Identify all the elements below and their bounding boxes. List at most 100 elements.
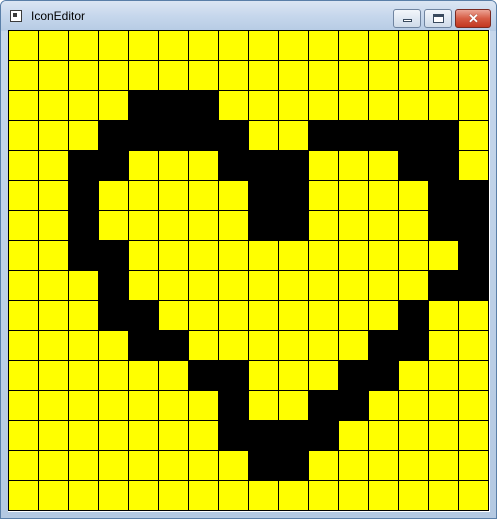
pixel-cell[interactable] xyxy=(279,61,309,91)
pixel-cell[interactable] xyxy=(369,271,399,301)
pixel-cell[interactable] xyxy=(9,451,39,481)
pixel-cell[interactable] xyxy=(159,211,189,241)
pixel-cell[interactable] xyxy=(189,301,219,331)
pixel-cell[interactable] xyxy=(459,211,489,241)
pixel-cell[interactable] xyxy=(69,331,99,361)
pixel-cell[interactable] xyxy=(309,421,339,451)
pixel-cell[interactable] xyxy=(459,301,489,331)
pixel-cell[interactable] xyxy=(99,301,129,331)
pixel-cell[interactable] xyxy=(99,31,129,61)
pixel-cell[interactable] xyxy=(189,151,219,181)
pixel-cell[interactable] xyxy=(399,211,429,241)
pixel-cell[interactable] xyxy=(369,211,399,241)
pixel-cell[interactable] xyxy=(309,61,339,91)
pixel-cell[interactable] xyxy=(99,181,129,211)
pixel-cell[interactable] xyxy=(69,271,99,301)
pixel-cell[interactable] xyxy=(309,451,339,481)
pixel-cell[interactable] xyxy=(339,361,369,391)
pixel-cell[interactable] xyxy=(369,31,399,61)
pixel-cell[interactable] xyxy=(9,121,39,151)
pixel-cell[interactable] xyxy=(429,361,459,391)
pixel-cell[interactable] xyxy=(129,31,159,61)
pixel-cell[interactable] xyxy=(429,391,459,421)
pixel-cell[interactable] xyxy=(459,361,489,391)
pixel-cell[interactable] xyxy=(39,211,69,241)
pixel-cell[interactable] xyxy=(279,481,309,511)
pixel-cell[interactable] xyxy=(339,121,369,151)
pixel-cell[interactable] xyxy=(459,331,489,361)
pixel-cell[interactable] xyxy=(159,31,189,61)
pixel-cell[interactable] xyxy=(429,241,459,271)
pixel-cell[interactable] xyxy=(219,31,249,61)
pixel-cell[interactable] xyxy=(249,451,279,481)
pixel-cell[interactable] xyxy=(249,361,279,391)
pixel-cell[interactable] xyxy=(399,451,429,481)
pixel-cell[interactable] xyxy=(99,331,129,361)
pixel-cell[interactable] xyxy=(99,421,129,451)
pixel-cell[interactable] xyxy=(99,61,129,91)
pixel-cell[interactable] xyxy=(159,421,189,451)
pixel-cell[interactable] xyxy=(399,271,429,301)
pixel-cell[interactable] xyxy=(99,391,129,421)
pixel-cell[interactable] xyxy=(219,91,249,121)
pixel-cell[interactable] xyxy=(189,331,219,361)
pixel-cell[interactable] xyxy=(339,181,369,211)
pixel-cell[interactable] xyxy=(339,61,369,91)
pixel-cell[interactable] xyxy=(249,121,279,151)
pixel-cell[interactable] xyxy=(429,271,459,301)
pixel-cell[interactable] xyxy=(429,181,459,211)
pixel-cell[interactable] xyxy=(129,481,159,511)
pixel-cell[interactable] xyxy=(459,271,489,301)
pixel-cell[interactable] xyxy=(279,391,309,421)
pixel-cell[interactable] xyxy=(9,181,39,211)
pixel-cell[interactable] xyxy=(249,391,279,421)
pixel-cell[interactable] xyxy=(159,151,189,181)
pixel-cell[interactable] xyxy=(39,241,69,271)
pixel-cell[interactable] xyxy=(69,91,99,121)
pixel-cell[interactable] xyxy=(339,391,369,421)
pixel-cell[interactable] xyxy=(9,91,39,121)
pixel-cell[interactable] xyxy=(399,361,429,391)
pixel-cell[interactable] xyxy=(279,211,309,241)
pixel-cell[interactable] xyxy=(219,181,249,211)
pixel-cell[interactable] xyxy=(69,421,99,451)
pixel-cell[interactable] xyxy=(39,31,69,61)
pixel-cell[interactable] xyxy=(219,121,249,151)
pixel-cell[interactable] xyxy=(249,271,279,301)
pixel-cell[interactable] xyxy=(249,331,279,361)
pixel-cell[interactable] xyxy=(309,211,339,241)
pixel-cell[interactable] xyxy=(99,451,129,481)
pixel-cell[interactable] xyxy=(69,31,99,61)
pixel-cell[interactable] xyxy=(339,271,369,301)
pixel-cell[interactable] xyxy=(339,451,369,481)
pixel-cell[interactable] xyxy=(399,31,429,61)
pixel-cell[interactable] xyxy=(399,151,429,181)
pixel-cell[interactable] xyxy=(249,91,279,121)
pixel-cell[interactable] xyxy=(369,121,399,151)
pixel-cell[interactable] xyxy=(459,181,489,211)
pixel-cell[interactable] xyxy=(429,451,459,481)
pixel-cell[interactable] xyxy=(99,271,129,301)
pixel-cell[interactable] xyxy=(9,301,39,331)
pixel-cell[interactable] xyxy=(189,361,219,391)
pixel-cell[interactable] xyxy=(459,451,489,481)
pixel-cell[interactable] xyxy=(279,421,309,451)
pixel-cell[interactable] xyxy=(369,301,399,331)
pixel-cell[interactable] xyxy=(189,391,219,421)
pixel-cell[interactable] xyxy=(309,241,339,271)
pixel-cell[interactable] xyxy=(99,151,129,181)
pixel-cell[interactable] xyxy=(249,181,279,211)
pixel-cell[interactable] xyxy=(369,61,399,91)
pixel-cell[interactable] xyxy=(369,481,399,511)
pixel-cell[interactable] xyxy=(309,181,339,211)
pixel-cell[interactable] xyxy=(339,301,369,331)
pixel-cell[interactable] xyxy=(39,181,69,211)
pixel-cell[interactable] xyxy=(159,451,189,481)
pixel-cell[interactable] xyxy=(39,271,69,301)
pixel-cell[interactable] xyxy=(309,481,339,511)
pixel-cell[interactable] xyxy=(279,181,309,211)
pixel-cell[interactable] xyxy=(129,391,159,421)
pixel-cell[interactable] xyxy=(159,181,189,211)
pixel-cell[interactable] xyxy=(159,361,189,391)
pixel-cell[interactable] xyxy=(279,91,309,121)
